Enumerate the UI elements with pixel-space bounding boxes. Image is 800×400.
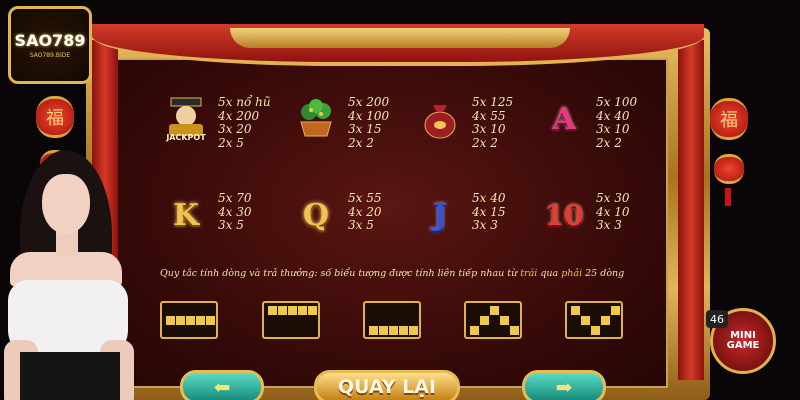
pay-line: 5x 40	[472, 191, 506, 205]
brand-logo[interactable]: SAO789 SAO789.BIDE	[8, 6, 92, 84]
mini-game-badge: 46	[706, 310, 728, 328]
pay-line: 5x 70	[218, 191, 252, 205]
pay-line: 5x 30	[596, 191, 630, 205]
mini-game-line2: GAME	[726, 340, 760, 351]
rule-prefix: Quy tắc tính dòng và trả thưởng: số biểu…	[160, 268, 521, 279]
symbol-letter: J	[432, 197, 448, 233]
pay-entry-J: J 5x 40 4x 15 3x 3	[412, 191, 506, 238]
pay-entry-10: 10 5x 30 4x 10 3x 3	[536, 191, 630, 238]
payline-pattern-4	[464, 301, 522, 339]
number-ten-icon: 10	[536, 192, 592, 238]
pay-line: 2x 5	[218, 135, 244, 150]
pay-entry-money-tree: 5x 200 4x 100 3x 15 2x 2	[288, 95, 390, 150]
pay-entry-Q: Q 5x 55 4x 20 3x 5	[288, 191, 382, 238]
lantern-tassel	[725, 188, 731, 206]
pay-line: 3x 10	[596, 122, 630, 136]
pay-line: 5x 55	[348, 191, 382, 205]
jackpot-god-icon: JACKPOT	[158, 96, 214, 142]
back-button[interactable]: QUAY LẠI	[314, 370, 460, 400]
payline-pattern-3	[363, 301, 421, 339]
rule-suffix: 25 dòng	[582, 268, 625, 279]
pay-line: 3x 20	[218, 122, 252, 136]
symbol-letter: K	[172, 197, 200, 233]
pay-lines: 5x 125 4x 55 3x 10 2x 2	[472, 95, 514, 150]
lantern-left-top: 福	[36, 96, 74, 138]
gold-bag-icon	[412, 96, 468, 142]
pay-line: 3x 5	[218, 218, 244, 232]
rule-from: trái	[520, 268, 538, 279]
pay-entry-A: A 5x 100 4x 40 3x 10 2x 2	[536, 95, 638, 150]
pay-line: 5x nổ hũ	[218, 95, 271, 109]
pay-line: 4x 30	[218, 204, 252, 219]
right-curtain	[678, 40, 704, 380]
pay-line: 3x 5	[348, 218, 374, 232]
pay-lines: 5x 70 4x 30 3x 5	[218, 191, 252, 233]
payline-pattern-2	[262, 301, 320, 339]
symbol-letter: A	[552, 101, 576, 137]
pay-lines: 5x 40 4x 15 3x 3	[472, 191, 506, 233]
pay-line: 5x 200	[348, 95, 390, 109]
pay-line: 2x 2	[348, 135, 374, 150]
letter-j-icon: J	[412, 192, 468, 238]
lantern-right-bottom	[714, 154, 744, 184]
pay-entry-gold-bag: 5x 125 4x 55 3x 10 2x 2	[412, 95, 514, 150]
top-trim	[230, 28, 570, 48]
pay-line: 4x 20	[348, 204, 382, 219]
pay-line: 4x 200	[218, 108, 260, 123]
pay-lines: 5x nổ hũ 4x 200 3x 20 2x 5	[218, 95, 271, 150]
pay-line: 3x 3	[472, 218, 498, 232]
pay-line: 2x 2	[596, 135, 622, 150]
arrow-left-icon: ⬅	[213, 375, 231, 399]
logo-text: SAO789	[14, 31, 86, 50]
pay-line: 3x 15	[348, 122, 382, 136]
pay-line: 4x 40	[596, 108, 630, 123]
pay-line: 4x 55	[472, 108, 506, 123]
symbol-letter: 10	[544, 198, 584, 232]
rule-middle: qua	[537, 268, 562, 279]
payline-pattern-1	[160, 301, 218, 339]
letter-k-icon: K	[158, 192, 214, 238]
rule-to: phải	[561, 268, 583, 279]
pay-lines: 5x 200 4x 100 3x 15 2x 2	[348, 95, 390, 150]
pay-line: 4x 10	[596, 204, 630, 219]
pay-line: 4x 100	[348, 108, 390, 123]
pay-line: 5x 100	[596, 95, 638, 109]
letter-a-icon: A	[536, 96, 592, 142]
next-page-button[interactable]: ➡	[522, 370, 606, 400]
pay-line: 2x 2	[472, 135, 498, 150]
pay-entry-jackpot: JACKPOT 5x nổ hũ 4x 200 3x 20 2x 5	[158, 95, 271, 150]
pay-entry-K: K 5x 70 4x 30 3x 5	[158, 191, 252, 238]
lantern-char: 福	[46, 108, 64, 129]
pay-line: 3x 10	[472, 122, 506, 136]
letter-q-icon: Q	[288, 192, 344, 238]
pay-lines: 5x 30 4x 10 3x 3	[596, 191, 630, 233]
arrow-right-icon: ➡	[555, 375, 573, 399]
payline-pattern-5	[565, 301, 623, 339]
symbol-letter: Q	[302, 197, 330, 233]
pay-line: 3x 3	[596, 218, 622, 232]
payout-rule-text: Quy tắc tính dòng và trả thưởng: số biểu…	[160, 268, 640, 279]
logo-subtext: SAO789.BIDE	[29, 52, 71, 59]
pay-lines: 5x 55 4x 20 3x 5	[348, 191, 382, 233]
pay-line: 5x 125	[472, 95, 514, 109]
pay-lines: 5x 100 4x 40 3x 10 2x 2	[596, 95, 638, 150]
model-figure	[0, 140, 150, 400]
lantern-char: 福	[720, 110, 738, 131]
pay-line: 4x 15	[472, 204, 506, 219]
prev-page-button[interactable]: ⬅	[180, 370, 264, 400]
jackpot-label: JACKPOT	[165, 133, 206, 142]
lantern-right-top: 福	[710, 98, 748, 140]
money-tree-icon	[288, 96, 344, 142]
